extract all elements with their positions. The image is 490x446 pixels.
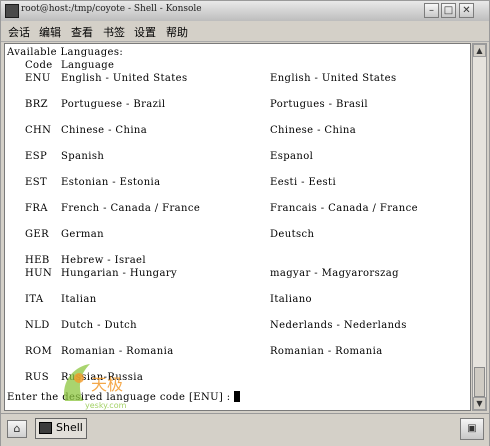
lang-native-name: Eesti - Eesti [270,177,337,188]
prompt-text: Enter the desired language code [ENU] : [7,392,231,403]
maximize-button[interactable]: □ [441,3,456,18]
minimize-button[interactable]: – [424,3,439,18]
lang-code: ENU [25,73,51,84]
lang-native-name: Espanol [270,151,314,162]
menu-help[interactable]: 帮助 [166,24,188,40]
title-bar[interactable]: root@host:/tmp/coyote - Shell - Konsole … [1,1,489,22]
lang-name: Italian [61,294,97,305]
lang-name: German [61,229,104,240]
lang-name: Russian-Russia [61,372,144,383]
new-session-icon[interactable]: ⌂ [7,420,27,438]
window-title: root@host:/tmp/coyote - Shell - Konsole [21,4,202,14]
text-cursor [233,391,240,402]
lang-name: Chinese - China [61,125,148,136]
scroll-up-arrow-icon[interactable]: ▲ [473,44,486,57]
lang-native-name: English - United States [270,73,397,84]
lang-code: HUN [25,268,53,279]
lang-native-name: magyar - Magyarorszag [270,268,399,279]
session-tab-shell[interactable]: Shell [35,418,87,439]
lang-code: CHN [25,125,52,136]
lang-name: Estonian - Estonia [61,177,161,188]
scrollbar-thumb[interactable] [474,367,485,397]
terminal-app-icon [5,4,19,18]
lang-name: Dutch - Dutch [61,320,137,331]
lang-code: ITA [25,294,44,305]
menu-settings[interactable]: 设置 [134,24,156,40]
lang-name: Spanish [61,151,105,162]
lang-native-name: Romanian - Romania [270,346,383,357]
lang-code: FRA [25,203,48,214]
lang-native-name: Francais - Canada / France [270,203,418,214]
lang-code: HEB [25,255,50,266]
menu-session[interactable]: 会话 [8,24,30,40]
lang-name: French - Canada / France [61,203,201,214]
close-button[interactable]: ✕ [459,3,474,18]
lang-code: BRZ [25,99,49,110]
taskbar: ⌂ Shell ▣ [1,413,489,446]
prompt-line: Enter the desired language code [ENU] : [7,391,240,404]
lang-native-name: Deutsch [270,229,315,240]
column-header-language: Language [61,60,115,71]
lang-name: Romanian - Romania [61,346,174,357]
terminal-heading: Available Languages: [7,47,124,58]
konsole-window: root@host:/tmp/coyote - Shell - Konsole … [0,0,490,446]
lang-name: Hungarian - Hungary [61,268,178,279]
lang-name: English - United States [61,73,188,84]
menu-edit[interactable]: 编辑 [39,24,61,40]
lang-code: ROM [25,346,53,357]
scroll-down-arrow-icon[interactable]: ▼ [473,397,486,410]
lang-code: EST [25,177,48,188]
terminal-area[interactable]: Available Languages: Code Language ENU E… [4,43,471,411]
lang-code: GER [25,229,50,240]
lang-code: ESP [25,151,48,162]
menu-bookmarks[interactable]: 书签 [103,24,125,40]
lang-code: NLD [25,320,50,331]
lang-name: Hebrew - Israel [61,255,146,266]
vertical-scrollbar[interactable]: ▲ ▼ [472,43,487,411]
lang-native-name: Nederlands - Nederlands [270,320,407,331]
column-header-code: Code [25,60,53,71]
close-session-icon[interactable]: ▣ [460,418,484,440]
menu-bar: 会话 编辑 查看 书签 设置 帮助 [1,21,489,42]
lang-name: Portuguese - Brazil [61,99,166,110]
session-tab-label: Shell [56,421,83,434]
lang-native-name: Chinese - China [270,125,357,136]
lang-native-name: Italiano [270,294,312,305]
lang-code: RUS [25,372,50,383]
shell-terminal-icon [39,422,52,434]
lang-native-name: Portugues - Brasil [270,99,369,110]
menu-view[interactable]: 查看 [71,24,93,40]
